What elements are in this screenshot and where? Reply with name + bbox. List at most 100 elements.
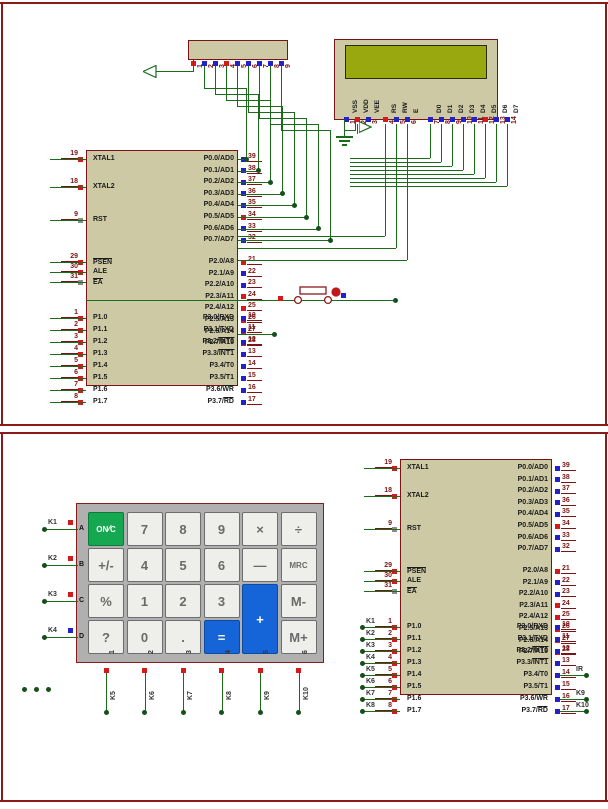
u2-pin-number-33: 33 — [562, 531, 570, 539]
u2-net-wire-K9 — [560, 699, 586, 700]
u2-pin-number-rule-15 — [561, 689, 576, 690]
u2-pin-name-P33INT1: P3.3/INT1 — [516, 658, 548, 666]
u1-pin-number-16: 16 — [248, 384, 256, 391]
key-r1-c1[interactable]: ON⁄C — [88, 512, 124, 546]
u1-pin-number-31: 31 — [70, 273, 78, 280]
keypad-row-net-K3: K3 — [48, 591, 57, 598]
key-r2-c1[interactable]: +/- — [88, 548, 124, 582]
u2-pin-number-22: 22 — [562, 576, 570, 584]
lcd-pin-8 — [439, 117, 444, 122]
key-r4-c6[interactable]: M+ — [280, 620, 317, 654]
u2-pin-number-31: 31 — [384, 582, 392, 589]
key-r3-c3[interactable]: 2 — [165, 584, 201, 618]
key-r3-c2[interactable]: 1 — [126, 584, 163, 618]
u1-left-stub-3 — [50, 342, 86, 343]
lcd-pin-name-E: E — [413, 108, 420, 113]
u1-pin-name-P00AD0: P0.0/AD0 — [203, 155, 234, 162]
key-r4-c2[interactable]: 0 — [126, 620, 163, 654]
u2-pin-name-P12: P1.2 — [407, 647, 422, 654]
u1-left-stub-9 — [50, 220, 86, 221]
key-label: M+ — [289, 629, 308, 645]
u1-pin-name-P30RXD: P3.0/RXD — [202, 314, 234, 321]
lcd-pin-number-3: 3 — [371, 120, 379, 124]
u1-p0-wire-6 — [238, 228, 319, 230]
u2-net-terminal-K1 — [359, 624, 365, 630]
u2-pin-number-2: 2 — [388, 630, 392, 637]
rp1-drop-2 — [204, 66, 205, 88]
u2-pin-number-rule-16 — [561, 701, 576, 702]
key-label: 0 — [140, 629, 149, 645]
u1-left-stub-30 — [50, 272, 86, 273]
u2-pin-square-24 — [555, 603, 560, 609]
u1-pin-square-10 — [241, 315, 246, 321]
u2-pin-square-39 — [555, 465, 560, 471]
u2-pin-number-rule-17 — [561, 713, 576, 714]
rp1-trunk-8 — [270, 124, 319, 125]
key-r1-c5[interactable]: × — [242, 512, 278, 546]
u1-pin-number-rule-15 — [247, 380, 262, 381]
u2-pin-name-P14: P1.4 — [407, 671, 422, 678]
key-r4-c3[interactable]: . — [165, 620, 201, 654]
u2-pin-number-4: 4 — [388, 654, 392, 661]
rp1-drop-4 — [226, 66, 227, 100]
u1-pin-number-6: 6 — [74, 369, 78, 376]
lcd-pin-name-RS: RS — [391, 103, 398, 113]
u1-pin-square-22 — [241, 271, 246, 277]
u1-left-stub-31 — [50, 282, 86, 283]
u2-pin-name-P02AD2: P0.2/AD2 — [517, 487, 548, 495]
u2-net-K5: K5 — [366, 666, 375, 673]
rp1-body[interactable] — [188, 40, 288, 60]
u1-pin-number-17: 17 — [248, 396, 256, 403]
key-r4-c1[interactable]: ? — [88, 620, 124, 654]
u2-net-wire-K10 — [560, 711, 586, 712]
key-label: + — [256, 611, 264, 627]
keypad-row-pin-1 — [68, 520, 73, 525]
lcd-pin-name-D4: D4 — [480, 104, 487, 113]
key-r2-c2[interactable]: 4 — [126, 548, 163, 582]
key-r3-c4[interactable]: 3 — [203, 584, 240, 618]
lcd-d4-trunk — [350, 174, 474, 175]
u2-pin-name-P17: P1.7 — [407, 707, 422, 714]
key-r1-c2[interactable]: 7 — [126, 512, 163, 546]
u1-pin-number-7: 7 — [74, 381, 78, 388]
u1-p0-wire-2 — [238, 182, 271, 184]
vcc-arrow-icon — [143, 65, 157, 78]
key-r2-c4[interactable]: 6 — [203, 548, 240, 582]
u1-pin-name-P37RD: P3.7/RD — [208, 397, 234, 405]
key-r2-c5[interactable]: — — [242, 548, 278, 582]
keypad-row-terminal-3 — [41, 598, 47, 604]
key-r2-c6[interactable]: MRC — [280, 548, 317, 582]
u2-pin-number-30: 30 — [384, 572, 392, 579]
key-r1-c4[interactable]: 9 — [203, 512, 240, 546]
u2-pin-number-rule-38 — [561, 481, 576, 483]
u2-left-stub-8 — [364, 711, 400, 712]
keypad-row-wire-4 — [42, 637, 78, 638]
u1-p0-junction-0 — [243, 156, 249, 162]
key-r3-c6[interactable]: M- — [280, 584, 317, 618]
key-r3-c1[interactable]: % — [88, 584, 124, 618]
lcd-ctl-2-drop — [407, 124, 408, 260]
u1-p0-wire-7 — [238, 240, 331, 242]
u1-pin-name-P36WR: P3.6/WR — [206, 385, 234, 393]
u2-pin-square-12 — [555, 648, 560, 654]
key-r1-c3[interactable]: 8 — [165, 512, 201, 546]
keypad-row-wire-3 — [42, 601, 78, 602]
u2-pin-name-PSEN: PSEN — [407, 567, 427, 575]
u1-pin-square-25 — [241, 305, 246, 311]
pin-name-prefix: P3.2/ — [516, 647, 533, 654]
key-r1-c6[interactable]: ÷ — [280, 512, 317, 546]
u1-pin-name-P22A10: P2.2/A10 — [204, 281, 234, 289]
key-r3-c5[interactable]: + — [242, 584, 278, 654]
u2-pin-square-37 — [555, 488, 560, 494]
u1-pin-number-rule-22 — [247, 275, 262, 277]
lcd-ctl-1-wire — [238, 248, 396, 249]
u2-pin-number-8: 8 — [388, 702, 392, 709]
key-r2-c3[interactable]: 5 — [165, 548, 201, 582]
u1-p0-junction-7 — [327, 237, 333, 243]
u2-pin-number-rule-13 — [561, 665, 576, 666]
key-r4-c4[interactable]: = — [203, 620, 240, 654]
u2-pin-name-P07AD7: P0.7/AD7 — [517, 545, 548, 553]
rp1-trunk-9 — [281, 130, 331, 131]
u2-pin-number-32: 32 — [562, 543, 570, 551]
key-label: ? — [102, 629, 110, 645]
